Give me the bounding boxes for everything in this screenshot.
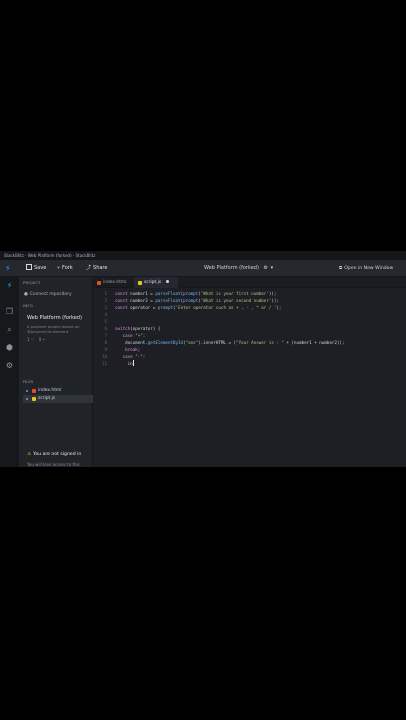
line-number: 5 — [104, 319, 107, 324]
fork-icon: ⑂ — [57, 265, 61, 271]
share-button[interactable]: ⤴ Share — [86, 260, 107, 277]
line-number: 10 — [101, 354, 107, 359]
html-file-icon — [32, 389, 36, 393]
save-label: Save — [34, 265, 47, 271]
project-name: Web Platform (forked) — [27, 315, 82, 321]
activity-bar: ⚡ ❐ ⌕ ⬢ ⚙ — [0, 277, 19, 467]
line-number: 4 — [104, 312, 107, 317]
save-button[interactable]: Save — [26, 260, 46, 277]
code-line[interactable]: 9 break; — [93, 346, 406, 353]
file-name: index.html — [38, 388, 62, 393]
fork-count: 0 — [38, 337, 42, 342]
save-icon — [26, 264, 32, 270]
code-text[interactable]: const number2 = parseFloat(prompt('What … — [115, 297, 279, 304]
file-name: script.js — [38, 396, 56, 401]
line-number: 8 — [104, 340, 107, 345]
project-description: A polymer project based on @polymer/lit-… — [27, 324, 80, 334]
code-text[interactable]: switch(operator) { — [115, 325, 160, 332]
extensions-icon[interactable]: ⬢ — [5, 343, 14, 352]
heart-icon: ♡ — [30, 337, 35, 342]
stackblitz-window: StackBlitz - Web Platform (forked) - Sta… — [0, 251, 406, 467]
star-count: 1 — [27, 337, 30, 342]
project-title-menu[interactable]: Web Platform (forked) ⚙ ▾ — [204, 260, 273, 277]
code-lines[interactable]: 1 const number1 = parseFloat(prompt('What… — [93, 290, 406, 367]
project-title: Web Platform (forked) — [204, 265, 259, 271]
open-new-window-button[interactable]: ⧉Open in New WindowBETA — [339, 260, 406, 287]
line-number: 3 — [104, 305, 107, 310]
fork-count-icon: ⑂ — [42, 337, 45, 342]
code-editor[interactable]: index.html script.js 1 const number1 = pa… — [93, 277, 406, 467]
project-section-header[interactable]: PROJECT — [23, 280, 41, 285]
code-line[interactable]: 10 case "-": — [93, 353, 406, 360]
github-icon: ● — [24, 292, 28, 297]
fork-button[interactable]: ⑂ Fork — [57, 260, 73, 277]
line-number: 11 — [101, 361, 107, 366]
code-line[interactable]: 7 case "+": — [93, 332, 406, 339]
line-number: 7 — [104, 333, 107, 338]
code-text[interactable]: const operator = prompt('Enter operator … — [115, 304, 281, 311]
top-toolbar: ⚡ Save ⑂ Fork ⤴ Share Web Platform (forked… — [0, 260, 406, 287]
files-icon[interactable]: ❐ — [5, 307, 14, 316]
fork-label: Fork — [62, 265, 73, 271]
external-window-icon: ⧉ — [339, 266, 343, 271]
unsaved-dot-icon[interactable] — [166, 280, 170, 283]
gear-icon[interactable]: ⚙ — [264, 265, 268, 271]
js-file-icon — [138, 281, 142, 285]
signin-subtext: You will lose access to this — [27, 462, 80, 467]
warning-icon: ⚠ — [27, 452, 32, 457]
code-text[interactable]: in — [115, 360, 134, 367]
tab-label: script.js — [144, 280, 162, 285]
share-icon: ⤴ — [86, 265, 92, 271]
window-title: StackBlitz - Web Platform (forked) - Sta… — [4, 253, 96, 258]
search-icon[interactable]: ⌕ — [5, 325, 14, 334]
line-number: 2 — [104, 298, 107, 303]
code-text[interactable]: case "+": — [115, 332, 146, 339]
file-item-index-html[interactable]: index.html — [23, 387, 93, 395]
connect-repository-link[interactable]: ● Connect repository — [24, 292, 72, 297]
code-line[interactable]: 1 const number1 = parseFloat(prompt('What… — [93, 290, 406, 297]
code-line[interactable]: 2 const number2 = parseFloat(prompt('What… — [93, 297, 406, 304]
open-window-label: Open in New Window — [344, 266, 394, 271]
code-text[interactable]: break; — [115, 346, 140, 353]
line-number: 1 — [104, 291, 107, 296]
connect-repository-label: Connect repository — [29, 292, 72, 297]
line-number: 9 — [104, 347, 107, 352]
code-line[interactable]: 6 switch(operator) { — [93, 325, 406, 332]
info-section-header[interactable]: INFO — [23, 303, 33, 308]
sidebar: PROJECT ● Connect repository INFO Web Pla… — [19, 277, 93, 467]
lightning-icon[interactable]: ⚡ — [5, 281, 14, 290]
project-stats: 1 ♡ 0 ⑂ — [27, 337, 45, 342]
code-text[interactable]: const number1 = parseFloat(prompt('What … — [115, 290, 276, 297]
folder-dot-icon — [26, 398, 28, 400]
tab-index-html[interactable]: index.html — [93, 277, 133, 288]
code-text[interactable]: case "-": — [115, 353, 146, 360]
signin-warning: ⚠ You are not signed in — [27, 452, 81, 457]
text-cursor — [132, 360, 134, 366]
html-file-icon — [97, 281, 101, 285]
code-text[interactable]: document.getElementById("ans").innerHTML… — [115, 339, 344, 346]
code-line[interactable]: 11 in — [93, 360, 406, 367]
code-line[interactable]: 4 — [93, 311, 406, 318]
tab-label: index.html — [103, 280, 127, 285]
chevron-down-icon[interactable]: ▾ — [271, 265, 274, 271]
editor-tabs: index.html script.js — [93, 277, 406, 288]
signin-warning-text: You are not signed in — [33, 452, 82, 457]
js-file-icon — [32, 397, 36, 401]
settings-icon[interactable]: ⚙ — [5, 361, 14, 370]
code-line[interactable]: 3 const operator = prompt('Enter operator… — [93, 304, 406, 311]
window-title-bar: StackBlitz - Web Platform (forked) - Sta… — [0, 251, 406, 260]
tab-script-js[interactable]: script.js — [134, 277, 178, 288]
share-label: Share — [93, 265, 108, 271]
code-line[interactable]: 5 — [93, 318, 406, 325]
line-number: 6 — [104, 326, 107, 331]
code-line[interactable]: 8 document.getElementById("ans").innerHT… — [93, 339, 406, 346]
folder-dot-icon — [26, 390, 28, 392]
files-section-header[interactable]: FILES — [23, 379, 33, 384]
stackblitz-logo-icon[interactable]: ⚡ — [5, 264, 13, 273]
file-item-script-js[interactable]: script.js — [23, 395, 93, 403]
